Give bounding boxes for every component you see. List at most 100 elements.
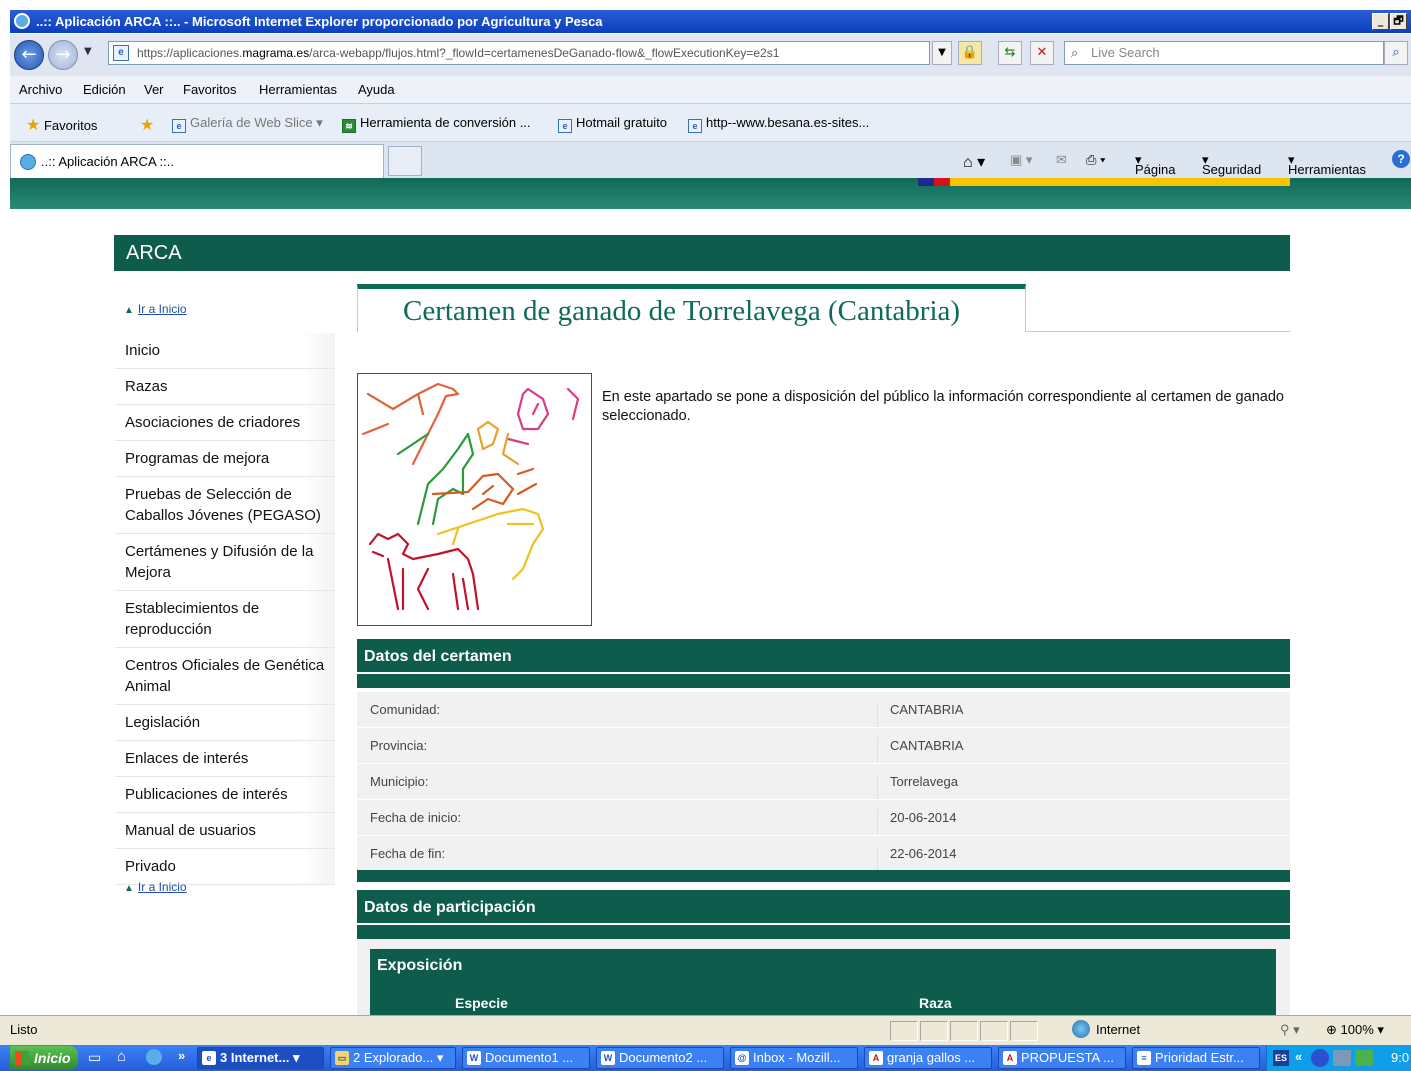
status-text: Listo (10, 1022, 38, 1037)
task-explorer[interactable]: ▭ 2 Explorado... ▾ (330, 1047, 456, 1069)
quicklaunch-home-icon[interactable]: ⌂ (117, 1048, 126, 1065)
tools-menu[interactable]: Herramientas ▾ (1288, 152, 1366, 177)
exposicion-title: Exposición (377, 957, 463, 974)
search-go-icon[interactable]: ⌕ (1384, 41, 1408, 65)
page-menu[interactable]: Página ▾ (1135, 152, 1175, 177)
restore-button[interactable]: 🗗 (1390, 13, 1407, 30)
row-label: Provincia: (370, 738, 428, 753)
tray-network-icon[interactable] (1333, 1050, 1351, 1066)
animals-drawing (361, 382, 580, 611)
web-content: ARCA ▲ Ir a Inicio Inicio Razas Asociacio… (10, 178, 1411, 1015)
table-row: Municipio: Torrelavega (357, 763, 1290, 810)
sidebar-item-razas[interactable]: Razas (115, 369, 335, 405)
help-icon[interactable]: ? (1392, 150, 1410, 168)
globe-icon (1072, 1020, 1090, 1038)
ir-inicio-link-top[interactable]: ▲ Ir a Inicio (124, 302, 187, 316)
protected-mode-icon[interactable]: ⚲ ▾ (1280, 1022, 1300, 1038)
address-toolbar: ← → ▼ e https://aplicaciones.magrama.es/… (10, 34, 1411, 76)
fav-label: Hotmail gratuito (576, 115, 668, 130)
up-triangle-icon: ▲ (124, 883, 134, 894)
task-inbox-mozilla[interactable]: @ Inbox - Mozill... (730, 1047, 858, 1069)
task-internet[interactable]: e3 Internet... ▾ (197, 1047, 324, 1069)
refresh-icon[interactable]: ⇆ (998, 41, 1022, 65)
page-title-tab: Certamen de ganado de Torrelavega (Canta… (357, 284, 1026, 332)
menu-ver[interactable]: Ver (144, 82, 164, 97)
datos-certamen-subbar (357, 672, 1290, 688)
tray-app-icon[interactable] (1311, 1049, 1329, 1067)
datos-certamen-table: Comunidad: CANTABRIA Provincia: CANTABRIA … (357, 691, 1290, 882)
row-label: Fecha de fin: (370, 846, 446, 861)
sidebar-item-centros[interactable]: Centros Oficiales de Genética Animal (115, 648, 335, 705)
fav-hotmail[interactable]: e Hotmail gratuito (558, 115, 667, 133)
fav-label: Galería de Web Slice (190, 115, 313, 130)
task-granja-gallos[interactable]: Agranja gallos ... (864, 1047, 992, 1069)
task-label: Documento2 ... (619, 1050, 708, 1065)
task-documento1[interactable]: W Documento1 ... (462, 1047, 590, 1069)
sidebar-item-enlaces[interactable]: Enlaces de interés (115, 741, 335, 777)
live-search-input[interactable]: ⌕ Live Search (1064, 41, 1384, 65)
fav-besana[interactable]: e http--www.besana.es-sites... (688, 115, 869, 133)
language-indicator[interactable]: ES (1273, 1050, 1289, 1066)
zoom-control[interactable]: ⊕ 100% ▾ (1326, 1022, 1384, 1038)
sidebar-item-pegaso[interactable]: Pruebas de Selección de Caballos Jóvenes… (115, 477, 335, 534)
home-icon[interactable]: ⌂ ▾ (963, 152, 985, 172)
start-label: Inicio (34, 1050, 71, 1066)
row-label: Comunidad: (370, 702, 441, 717)
sidebar-item-inicio[interactable]: Inicio (115, 333, 335, 369)
exposicion-box: Exposición Especie Raza (357, 939, 1290, 1015)
url-dropdown-button[interactable]: ▼ (932, 41, 952, 65)
url-field[interactable]: e https://aplicaciones.magrama.es/arca-w… (108, 41, 930, 65)
ir-inicio-link-bottom[interactable]: ▲ Ir a Inicio (124, 880, 187, 894)
sidebar-item-certamenes[interactable]: Certámenes y Difusión de la Mejora (115, 534, 335, 591)
task-propuesta[interactable]: A PROPUESTA ... (998, 1047, 1126, 1069)
tab-arca[interactable]: ..:: Aplicación ARCA ::.. (10, 144, 384, 178)
status-segment (890, 1021, 918, 1041)
ir-inicio-label: Ir a Inicio (137, 302, 187, 316)
row-label: Municipio: (370, 774, 429, 789)
history-dropdown-icon[interactable]: ▼ (84, 46, 92, 57)
sidebar-item-establecimientos[interactable]: Establecimientos de reproducción (115, 591, 335, 648)
flag-strip (918, 178, 1290, 186)
start-button[interactable]: Inicio (10, 1046, 78, 1070)
show-desktop-icon[interactable]: ▭ (88, 1049, 101, 1066)
tray-antivirus-icon[interactable] (1355, 1050, 1373, 1066)
menu-bar: Archivo Edición Ver Favoritos Herramient… (10, 76, 1411, 104)
menu-archivo[interactable]: Archivo (19, 82, 62, 97)
sidebar-item-legislacion[interactable]: Legislación (115, 705, 335, 741)
fav-conversion-tool[interactable]: ≋ Herramienta de conversión ... (342, 115, 531, 133)
menu-ayuda[interactable]: Ayuda (358, 82, 395, 97)
quicklaunch-ie-icon[interactable] (146, 1049, 162, 1065)
minimize-button[interactable]: _ (1372, 13, 1389, 30)
taskbar: Inicio ▭ ⌂ » e3 Internet... ▾ ▭ 2 Explora… (0, 1045, 1411, 1071)
task-documento2[interactable]: W Documento2 ... (596, 1047, 724, 1069)
print-icon[interactable]: ⎙ ▾ (1086, 152, 1105, 168)
sidebar-item-programas[interactable]: Programas de mejora (115, 441, 335, 477)
add-favorite-icon[interactable]: ★ (140, 115, 154, 135)
sidebar-item-asociaciones[interactable]: Asociaciones de criadores (115, 405, 335, 441)
sidebar-item-publicaciones[interactable]: Publicaciones de interés (115, 777, 335, 813)
sidebar-item-manual[interactable]: Manual de usuarios (115, 813, 335, 849)
title-underline (1026, 331, 1290, 332)
back-button[interactable]: ← (14, 40, 44, 70)
task-prioridad[interactable]: ≡ Prioridad Estr... (1132, 1047, 1260, 1069)
mail-icon[interactable]: ✉ (1056, 152, 1067, 168)
menu-edicion[interactable]: Edición (83, 82, 126, 97)
security-menu[interactable]: Seguridad ▾ (1202, 152, 1261, 177)
menu-favoritos[interactable]: Favoritos (183, 82, 236, 97)
system-tray: ES « 9:0 (1266, 1045, 1411, 1071)
fav-web-slice[interactable]: e Galería de Web Slice ▾ (172, 115, 323, 133)
new-tab-button[interactable] (388, 146, 422, 176)
menu-herramientas[interactable]: Herramientas (259, 82, 337, 97)
quicklaunch-more-icon[interactable]: » (178, 1048, 185, 1063)
table-row: Provincia: CANTABRIA (357, 727, 1290, 774)
lock-icon[interactable]: 🔒 (958, 41, 982, 65)
stop-icon[interactable]: ✕ (1030, 41, 1054, 65)
task-label: Inbox - Mozill... (753, 1050, 841, 1065)
up-triangle-icon: ▲ (124, 305, 134, 316)
status-segment (1010, 1021, 1038, 1041)
favorites-button[interactable]: ★ Favoritos (26, 115, 97, 135)
forward-button[interactable]: → (48, 40, 78, 70)
tray-expand-icon[interactable]: « (1295, 1049, 1302, 1064)
feeds-icon[interactable]: ▣ ▾ (1010, 152, 1032, 168)
column-especie: Especie (455, 995, 508, 1011)
